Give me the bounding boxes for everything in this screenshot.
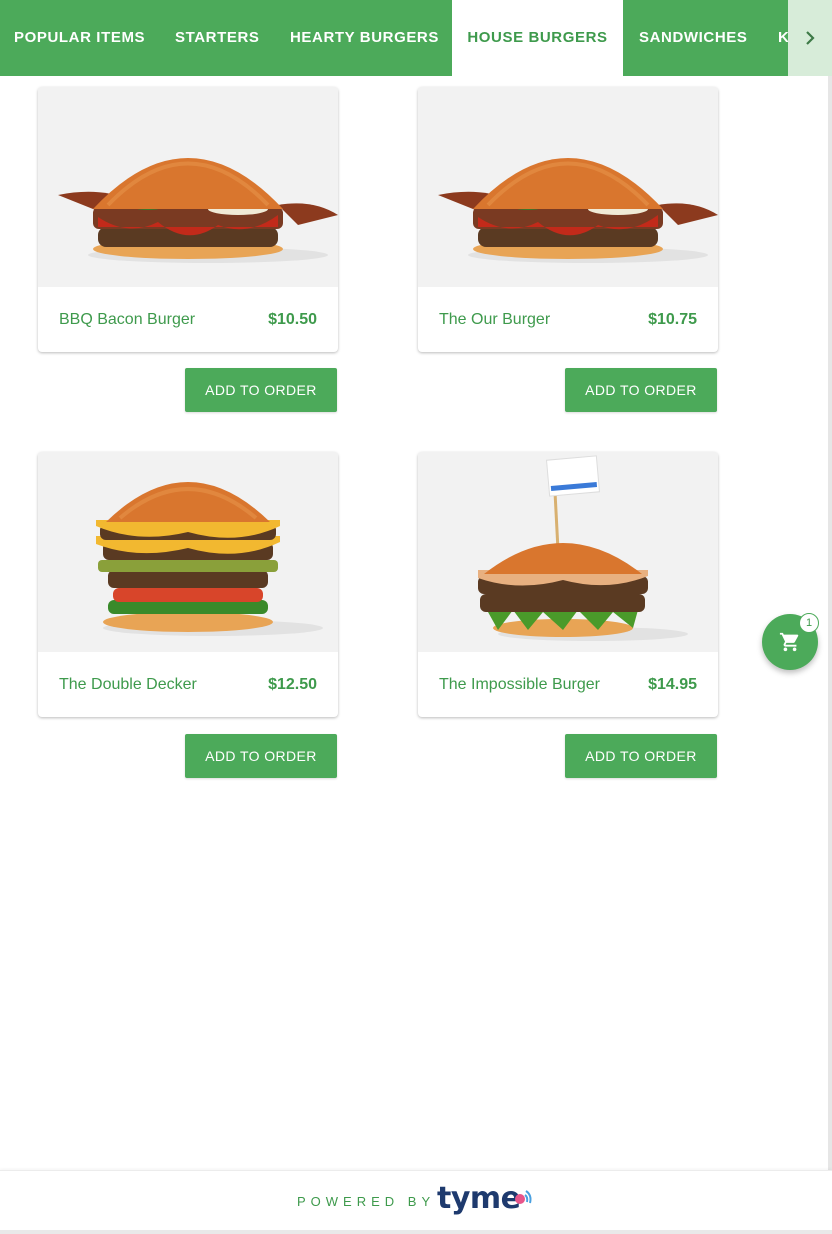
scrollbar-track xyxy=(828,76,832,1234)
menu-item-card[interactable]: The Our Burger $10.75 xyxy=(418,87,718,352)
bottom-divider xyxy=(0,1230,832,1234)
impossible-burger-photo xyxy=(418,452,718,652)
cart-icon xyxy=(779,632,799,652)
tab-starters[interactable]: STARTERS xyxy=(175,0,260,76)
chevron-right-icon xyxy=(806,31,815,45)
category-tab-bar: POPULAR ITEMS STARTERS HEARTY BURGERS HO… xyxy=(0,0,832,76)
footer: POWERED BY tyme xyxy=(0,1170,832,1230)
add-to-order-button[interactable]: ADD TO ORDER xyxy=(565,368,717,412)
bbq-bacon-burger-photo xyxy=(38,87,338,287)
cart-count-badge: 1 xyxy=(799,613,819,633)
menu-item-card[interactable]: The Impossible Burger $14.95 xyxy=(418,452,718,717)
item-name: The Double Decker xyxy=(59,676,197,693)
tab-scroll-right-button[interactable] xyxy=(788,0,832,76)
item-name: The Impossible Burger xyxy=(439,676,600,693)
item-price: $10.75 xyxy=(648,311,697,328)
tyme-logo: tyme xyxy=(437,1181,521,1216)
item-price: $10.50 xyxy=(268,311,317,328)
menu-item-card[interactable]: BBQ Bacon Burger $10.50 xyxy=(38,87,338,352)
add-to-order-button[interactable]: ADD TO ORDER xyxy=(185,368,337,412)
tab-popular-items[interactable]: POPULAR ITEMS xyxy=(14,0,145,76)
tyme-signal-icon xyxy=(515,1190,532,1204)
powered-by-label: POWERED BY xyxy=(297,1194,436,1209)
tab-sandwiches[interactable]: SANDWICHES xyxy=(639,0,748,76)
item-name: The Our Burger xyxy=(439,311,551,328)
double-decker-burger-photo xyxy=(38,452,338,652)
item-price: $14.95 xyxy=(648,676,697,693)
item-price: $12.50 xyxy=(268,676,317,693)
menu-item-card[interactable]: The Double Decker $12.50 xyxy=(38,452,338,717)
tab-hearty-burgers[interactable]: HEARTY BURGERS xyxy=(290,0,439,76)
add-to-order-button[interactable]: ADD TO ORDER xyxy=(565,734,717,778)
add-to-order-button[interactable]: ADD TO ORDER xyxy=(185,734,337,778)
bbq-bacon-burger-photo xyxy=(418,87,718,287)
item-name: BBQ Bacon Burger xyxy=(59,311,196,328)
tab-house-burgers[interactable]: HOUSE BURGERS xyxy=(452,0,623,76)
